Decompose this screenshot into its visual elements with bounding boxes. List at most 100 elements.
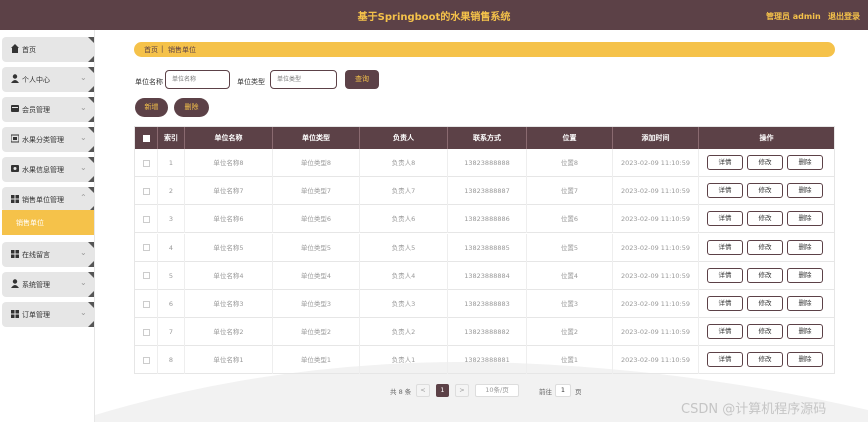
row-select-cell[interactable] — [135, 318, 158, 347]
table-row: 6 单位名称3 单位类型3 负责人3 13823888883 位置3 2023-02-09 … — [135, 290, 834, 318]
select-all-cell[interactable] — [135, 127, 158, 149]
delete-button[interactable]: 删除 — [787, 183, 823, 199]
detail-button[interactable]: 详情 — [707, 324, 743, 340]
detail-button[interactable]: 详情 — [707, 352, 743, 368]
delete-button[interactable]: 删除 — [787, 267, 823, 283]
edit-button[interactable]: 修改 — [747, 296, 783, 311]
row-select-cell[interactable] — [135, 346, 158, 375]
row-select-cell[interactable] — [135, 177, 158, 206]
table-row: 3 单位名称6 单位类型6 负责人6 13823888886 位置6 2023-02-09 … — [135, 205, 834, 234]
row-select-cell[interactable] — [135, 261, 158, 290]
sidebar-item-4[interactable]: 水果信息管理 ⌄ — [2, 157, 94, 182]
delete-button[interactable]: 删除 — [787, 296, 823, 311]
query-button[interactable]: 查询 — [345, 70, 379, 89]
corner-decoration — [88, 116, 94, 122]
prev-page-button[interactable]: < — [416, 384, 430, 397]
corner-decoration — [88, 127, 94, 133]
edit-button[interactable]: 修改 — [747, 267, 783, 283]
detail-button[interactable]: 详情 — [707, 183, 743, 199]
cell-actions: 详情 修改 删除 — [699, 290, 834, 318]
chevron-icon: ⌃ — [80, 193, 87, 202]
sidebar-item-6[interactable]: 在线留言 ⌄ — [2, 242, 94, 267]
edit-button[interactable]: 修改 — [747, 324, 783, 340]
cell-index: 5 — [158, 261, 185, 290]
sidebar-item-5[interactable]: 销售单位管理 ⌃ — [2, 187, 94, 212]
cell-type: 单位类型1 — [273, 346, 360, 375]
chevron-icon: ⌄ — [80, 308, 87, 317]
sidebar-item-3[interactable]: 水果分类管理 ⌄ — [2, 127, 94, 152]
detail-button[interactable]: 详情 — [707, 239, 743, 255]
detail-button[interactable]: 详情 — [707, 296, 743, 311]
detail-button[interactable]: 详情 — [707, 267, 743, 283]
row-checkbox[interactable] — [142, 244, 150, 252]
edit-button[interactable]: 修改 — [747, 352, 783, 368]
delete-button[interactable]: 删除 — [787, 155, 823, 170]
sidebar-item-7[interactable]: 系统管理 ⌄ — [2, 272, 94, 297]
row-checkbox[interactable] — [142, 300, 150, 308]
row-checkbox[interactable] — [142, 356, 150, 364]
corner-decoration — [88, 86, 94, 92]
admin-label: 管理员 admin — [766, 12, 821, 21]
breadcrumb-home[interactable]: 首页 — [144, 45, 158, 55]
corner-decoration — [88, 146, 94, 152]
grid-icon — [11, 249, 19, 258]
next-page-button[interactable]: > — [455, 384, 469, 397]
cell-time: 2023-02-09 11:10:59 — [613, 149, 699, 177]
sidebar-item-2[interactable]: 会员管理 ⌄ — [2, 97, 94, 122]
corner-decoration — [88, 187, 94, 193]
sidebar-item-0[interactable]: 首页 — [2, 37, 94, 62]
cell-phone: 13823888885 — [448, 233, 527, 262]
cell-time: 2023-02-09 11:10:59 — [613, 290, 699, 318]
delete-button[interactable]: 删除 — [787, 352, 823, 368]
row-select-cell[interactable] — [135, 290, 158, 318]
row-select-cell[interactable] — [135, 205, 158, 234]
chevron-icon: ⌄ — [80, 278, 87, 287]
detail-button[interactable]: 详情 — [707, 211, 743, 227]
sidebar-subitem-label: 销售单位 — [16, 219, 44, 227]
select-all-checkbox[interactable] — [142, 134, 150, 142]
sidebar-item-8[interactable]: 订单管理 ⌄ — [2, 302, 94, 327]
page-size-select[interactable]: 10条/页 — [475, 384, 519, 397]
cell-index: 6 — [158, 290, 185, 318]
cell-index: 1 — [158, 149, 185, 177]
cell-time: 2023-02-09 11:10:59 — [613, 233, 699, 262]
row-checkbox[interactable] — [142, 187, 150, 195]
edit-button[interactable]: 修改 — [747, 211, 783, 227]
col-header-actions: 操作 — [759, 134, 774, 142]
unit-type-input[interactable] — [270, 70, 337, 89]
cell-location: 位置1 — [527, 346, 613, 375]
logout-link[interactable]: 退出登录 — [828, 11, 860, 22]
row-checkbox[interactable] — [142, 328, 150, 336]
detail-button[interactable]: 详情 — [707, 155, 743, 170]
delete-button[interactable]: 删除 — [787, 239, 823, 255]
add-button[interactable]: 新增 — [135, 98, 168, 117]
goto-page-input[interactable]: 1 — [555, 384, 571, 397]
col-header-type: 单位类型 — [273, 127, 360, 149]
batch-delete-button[interactable]: 删除 — [174, 98, 209, 117]
edit-button[interactable]: 修改 — [747, 155, 783, 170]
row-checkbox[interactable] — [142, 272, 150, 280]
chevron-icon: ⌄ — [80, 73, 87, 82]
sidebar-item-1[interactable]: 个人中心 ⌄ — [2, 67, 94, 92]
cell-phone: 13823888881 — [448, 346, 527, 375]
corner-decoration — [88, 157, 94, 163]
cell-phone: 13823888886 — [448, 205, 527, 234]
row-checkbox[interactable] — [142, 159, 150, 167]
delete-button[interactable]: 删除 — [787, 211, 823, 227]
edit-button[interactable]: 修改 — [747, 183, 783, 199]
row-select-cell[interactable] — [135, 233, 158, 262]
edit-button[interactable]: 修改 — [747, 239, 783, 255]
sidebar-subitem-sales-unit[interactable]: 销售单位 — [2, 210, 94, 235]
chevron-icon: ⌄ — [80, 103, 87, 112]
row-checkbox[interactable] — [142, 215, 150, 223]
current-page[interactable]: 1 — [436, 384, 449, 397]
col-header-owner: 负责人 — [360, 127, 448, 149]
row-select-cell[interactable] — [135, 149, 158, 177]
cell-phone: 13823888887 — [448, 177, 527, 206]
cell-index: 7 — [158, 318, 185, 347]
delete-button[interactable]: 删除 — [787, 324, 823, 340]
unit-name-input[interactable] — [165, 70, 230, 89]
cell-type: 单位类型6 — [273, 205, 360, 234]
table-row: 7 单位名称2 单位类型2 负责人2 13823888882 位置2 2023-02-09 … — [135, 318, 834, 347]
cell-name: 单位名称5 — [185, 233, 273, 262]
